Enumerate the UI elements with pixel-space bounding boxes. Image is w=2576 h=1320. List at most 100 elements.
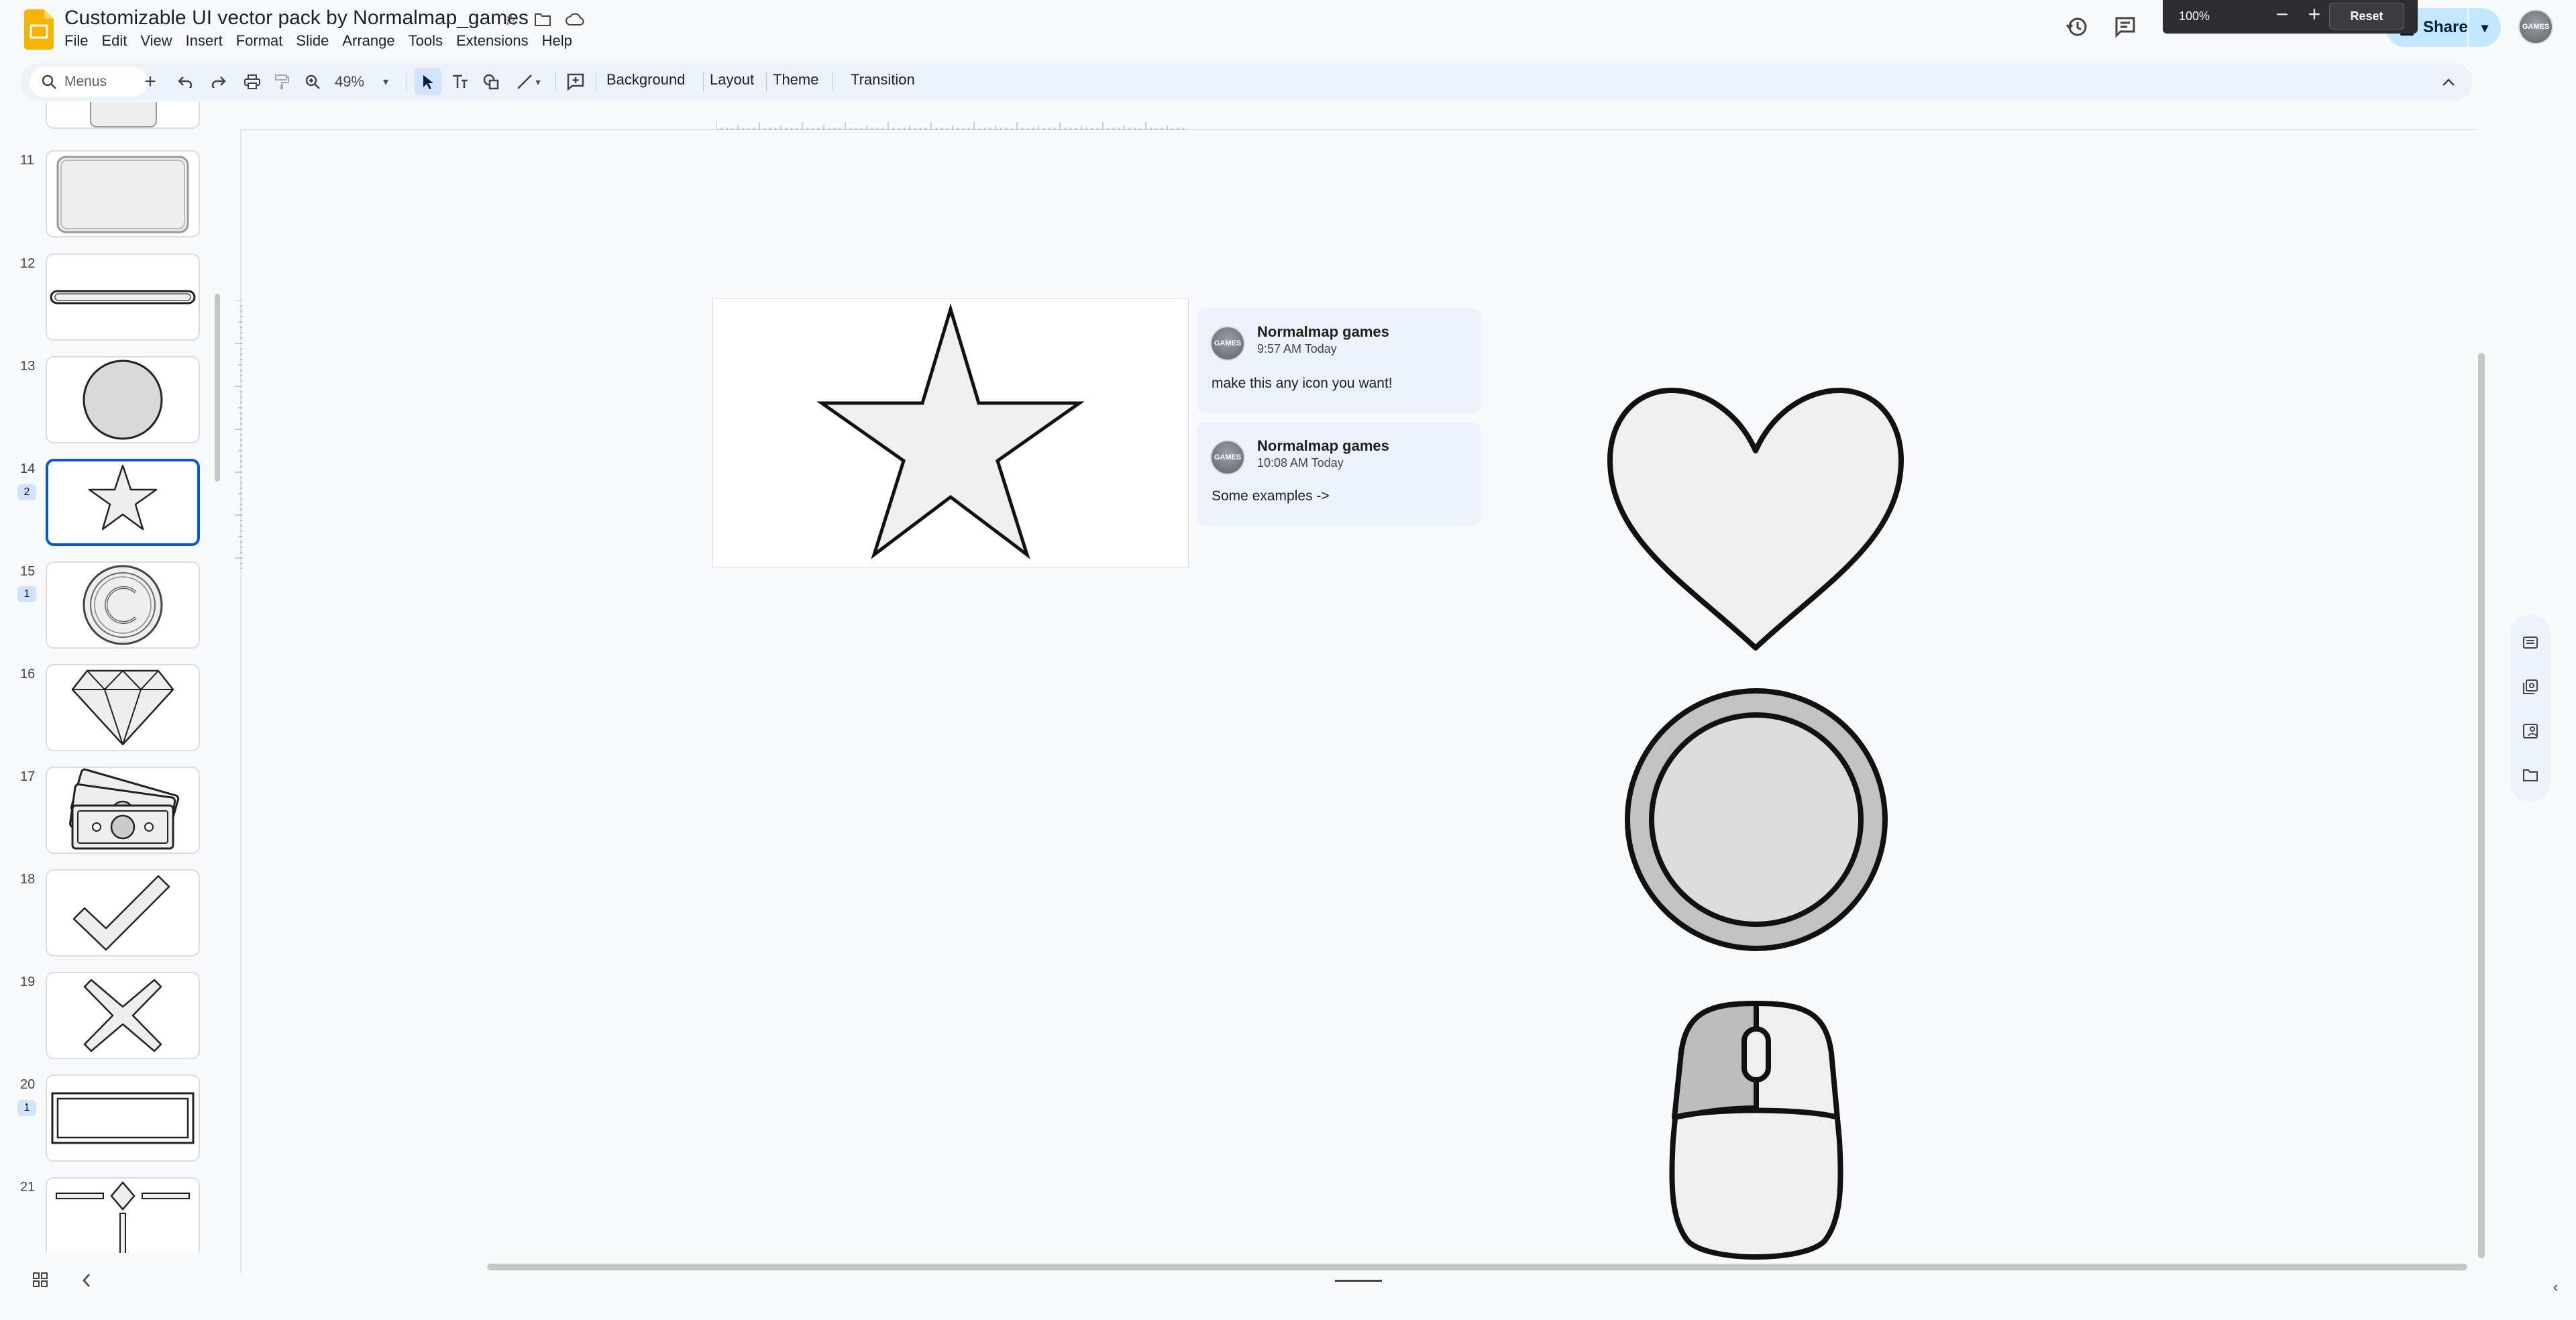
background-button[interactable]: Background [606, 71, 685, 89]
menu-view[interactable]: View [140, 32, 180, 50]
menu-help[interactable]: Help [542, 32, 580, 50]
version-history-icon[interactable] [2062, 12, 2092, 42]
horizontal-ruler [716, 122, 1186, 130]
frame-shape [51, 1092, 195, 1144]
slide-number: 16 [20, 667, 36, 681]
comment-card[interactable]: GAMES Normalmap games 10:08 AM Today Som… [1197, 423, 1481, 526]
canvas-horizontal-scrollbar[interactable] [487, 1264, 2467, 1270]
zoom-in-icon[interactable]: + [2302, 3, 2326, 28]
slide-canvas-area [240, 129, 2477, 1273]
theme-button[interactable]: Theme [773, 71, 818, 89]
slide-thumbnail[interactable] [46, 664, 200, 751]
slide-thumbnail[interactable] [46, 1177, 200, 1253]
comment-badge[interactable]: 2 [17, 484, 36, 500]
cloud-status-icon[interactable] [565, 9, 585, 30]
slide-thumbnail[interactable] [46, 150, 200, 237]
menu-file[interactable]: File [64, 32, 96, 50]
menu-format[interactable]: Format [236, 32, 291, 50]
grid-view-icon[interactable] [32, 1272, 48, 1288]
layout-button[interactable]: Layout [710, 71, 754, 89]
menu-search[interactable]: Menus [30, 67, 148, 97]
slide-thumbnail[interactable] [46, 869, 200, 956]
canvas-vertical-scrollbar[interactable] [2478, 353, 2485, 1258]
zoom-icon[interactable] [299, 68, 326, 95]
comment-author: Normalmap games [1257, 323, 1389, 340]
folder-icon[interactable] [2521, 766, 2540, 785]
menu-extensions[interactable]: Extensions [456, 32, 537, 50]
transition-button[interactable]: Transition [851, 71, 915, 89]
current-slide[interactable] [712, 298, 1189, 567]
document-title[interactable]: Customizable UI vector pack by Normalmap… [64, 7, 529, 30]
share-dropdown-icon[interactable]: ▾ [2467, 8, 2501, 47]
zoom-value: 49% [334, 73, 364, 90]
print-icon[interactable] [239, 68, 266, 95]
select-tool-icon[interactable] [415, 68, 441, 95]
star-shape[interactable] [713, 298, 1188, 567]
undo-icon[interactable] [172, 68, 199, 95]
account-avatar[interactable]: GAMES [2518, 9, 2553, 44]
mouse-icon[interactable] [1668, 999, 1845, 1262]
menu-slide[interactable]: Slide [296, 32, 337, 50]
menu-arrange[interactable]: Arrange [342, 32, 402, 50]
slide-thumbnail-selected[interactable] [46, 459, 200, 546]
menu-edit[interactable]: Edit [101, 32, 135, 50]
redo-icon[interactable] [205, 68, 232, 95]
slide-thumbnail[interactable] [46, 102, 200, 129]
comment-badge[interactable]: 1 [17, 1100, 36, 1116]
star-shape [88, 464, 158, 531]
cross-shape [83, 979, 162, 1052]
collapse-toolbar-icon[interactable] [2435, 68, 2462, 95]
filmstrip-scrollbar[interactable] [215, 294, 220, 482]
shape-icon[interactable] [478, 68, 504, 95]
text-box-icon[interactable] [447, 68, 474, 95]
slide-thumbnail[interactable] [46, 561, 200, 649]
menu-bar: File Edit View Insert Format Slide Arran… [64, 32, 586, 50]
check-shape [72, 875, 170, 951]
circle-shape [83, 360, 163, 440]
search-input[interactable]: Menus [64, 74, 107, 90]
zoom-level: 100% [2179, 9, 2210, 23]
slide-number: 11 [20, 153, 34, 168]
slides-logo[interactable] [24, 9, 54, 50]
comment-badge[interactable]: 1 [17, 586, 36, 602]
slide-thumbnail[interactable] [46, 972, 200, 1059]
expand-panel-icon[interactable]: ‹ [2553, 1278, 2569, 1295]
slide-thumbnail[interactable] [46, 767, 200, 854]
comment-text: Some examples -> [1212, 488, 1330, 504]
add-comment-icon[interactable] [562, 68, 589, 95]
line-tool-icon[interactable]: ▾ [508, 68, 549, 95]
comment-text: make this any icon you want! [1212, 376, 1393, 391]
paint-format-icon[interactable] [268, 68, 295, 95]
zoom-out-icon[interactable]: − [2270, 3, 2294, 28]
slide-thumbnail[interactable] [46, 1075, 200, 1162]
new-slide-icon[interactable]: + [137, 68, 164, 95]
slide-thumbnail[interactable] [46, 356, 200, 443]
copyright-coin-shape [83, 565, 163, 645]
slide-thumbnail[interactable] [46, 254, 200, 341]
comment-author: Normalmap games [1257, 437, 1389, 454]
tasks-icon[interactable] [2521, 677, 2540, 696]
star-icon[interactable]: ☆ [500, 9, 521, 30]
slide-number: 19 [20, 975, 36, 989]
heart-icon[interactable] [1605, 386, 1907, 655]
slide-number: 13 [20, 359, 36, 374]
notes-resize-handle[interactable] [1335, 1280, 1382, 1282]
divider [703, 72, 704, 91]
divider [555, 72, 556, 91]
contacts-icon[interactable] [2521, 722, 2540, 740]
comments-icon[interactable] [2110, 12, 2140, 42]
move-folder-icon[interactable] [533, 9, 553, 30]
keep-icon[interactable] [2521, 633, 2540, 652]
slide-number: 14 [20, 461, 36, 476]
money-shape [69, 768, 180, 850]
collapse-filmstrip-icon[interactable] [82, 1273, 91, 1288]
slide-number: 21 [20, 1180, 36, 1195]
zoom-reset-button[interactable]: Reset [2329, 3, 2404, 30]
zoom-select[interactable]: 49% ▾ [331, 68, 392, 95]
divider [766, 72, 767, 91]
coin-icon[interactable] [1623, 687, 1889, 952]
comment-card[interactable]: GAMES Normalmap games 9:57 AM Today make… [1197, 309, 1481, 413]
menu-insert[interactable]: Insert [186, 32, 231, 50]
share-label: Share [2423, 18, 2468, 36]
menu-tools[interactable]: Tools [409, 32, 451, 50]
